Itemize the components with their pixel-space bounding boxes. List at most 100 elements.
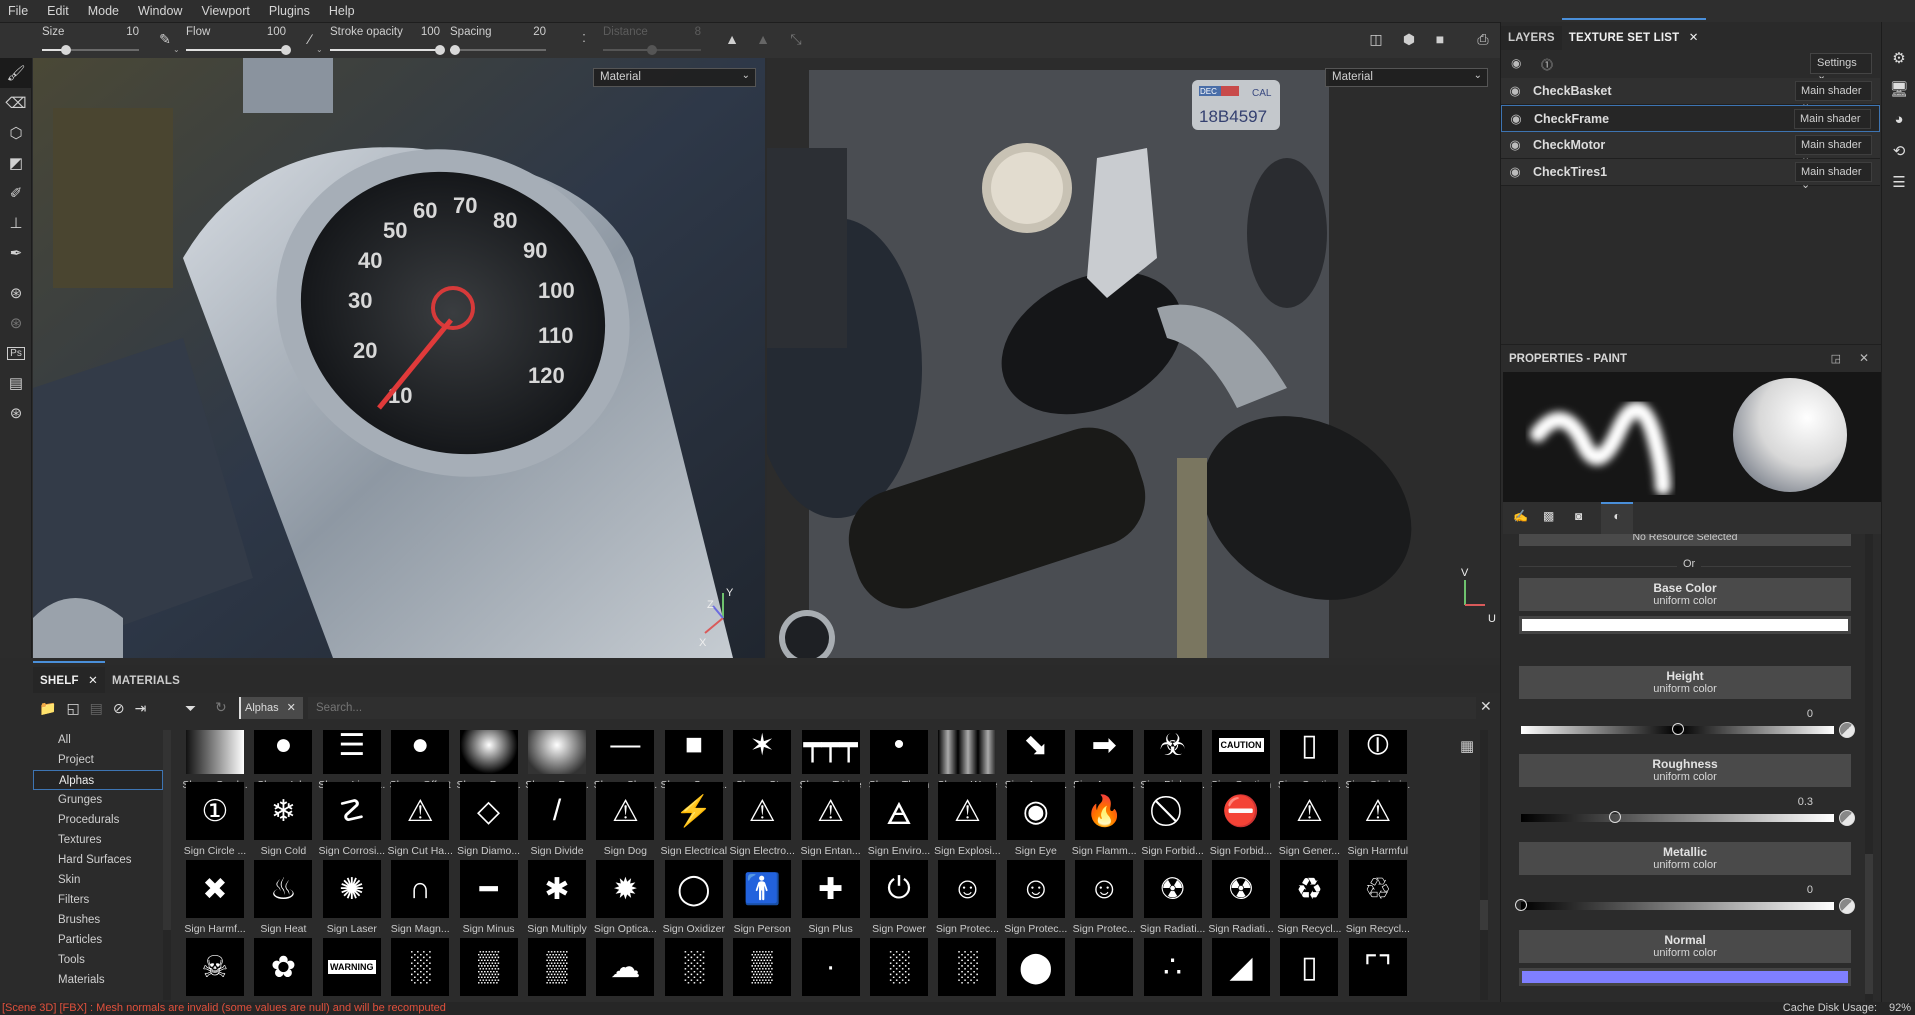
hide-icon[interactable]: ⊘	[113, 700, 125, 717]
texture-set-settings-button[interactable]: ⚙	[1882, 42, 1915, 73]
tab-shelf[interactable]: SHELF ✕	[33, 661, 105, 693]
channel-slider-knob[interactable]	[1671, 723, 1684, 735]
import-icon[interactable]: ⇥	[135, 700, 147, 717]
eraser-tool[interactable]: ⌫	[0, 88, 32, 118]
shelf-thumbnail[interactable]: ⚠ Sign Dog	[591, 782, 659, 857]
close-icon[interactable]: ✕	[1859, 351, 1869, 365]
size-slider[interactable]: Size 10	[42, 23, 139, 59]
categories-scrollbar[interactable]	[163, 730, 171, 1000]
shelf-thumbnail[interactable]: ① Sign Circle ...	[181, 782, 249, 857]
clear-search-icon[interactable]: ✕	[1480, 698, 1492, 715]
tab-texture-set-list[interactable]: TEXTURE SET LIST ✕	[1561, 18, 1706, 50]
close-icon[interactable]: ✕	[1689, 32, 1699, 44]
shelf-thumbnail[interactable]: ⛔ Sign Forbid...	[1207, 782, 1275, 857]
shelf-thumbnail[interactable]: ⚠ Sign Entan...	[797, 782, 865, 857]
spacing-slider[interactable]: Spacing 20	[449, 23, 546, 59]
substance-plugin-3[interactable]: ⊛	[0, 398, 32, 428]
viewport-2d-uv[interactable]: DEC CAL 18B4597 V U Material ⌄	[767, 58, 1500, 658]
grid-view-icon[interactable]: ▦	[1460, 737, 1474, 755]
channel-slider[interactable]	[1521, 723, 1834, 735]
channel-value[interactable]: 0	[1807, 884, 1813, 896]
shelf-thumbnail[interactable]: ☺ Sign Protec...	[1002, 860, 1070, 935]
alpha-tab-icon[interactable]: ▩	[1543, 509, 1554, 523]
smudge-tool[interactable]: ✐	[0, 178, 32, 208]
shelf-thumbnail[interactable]: ⌜⌝	[1344, 938, 1412, 996]
solo-icon[interactable]: ⓵	[1541, 56, 1553, 73]
shelf-thumbnail[interactable]: ▒	[455, 938, 523, 996]
shelf-thumbnail[interactable]: ✖ Sign Harmf...	[181, 860, 249, 935]
shelf-thumbnail[interactable]: ✺ Sign Laser	[318, 860, 386, 935]
shelf-thumbnail[interactable]: ⬤	[1002, 938, 1070, 996]
shelf-thumbnail[interactable]: ▒	[728, 938, 796, 996]
settings-dropdown[interactable]: Settings ⌄	[1810, 53, 1872, 82]
brush-shape-icon[interactable]: ✎	[155, 31, 175, 48]
texture-set-row[interactable]: ◉ CheckMotor Main shader ⌄	[1501, 132, 1880, 164]
split-view-icon[interactable]: ◫	[1366, 31, 1386, 48]
display-settings-button[interactable]: 🖥	[1882, 73, 1915, 104]
flow-slider[interactable]: Flow 100	[186, 23, 291, 59]
screenshot-icon[interactable]: ⎙	[1473, 31, 1493, 48]
folder-icon[interactable]: 📁	[39, 700, 56, 717]
eye-icon[interactable]: ◉	[1502, 111, 1530, 127]
shelf-thumbnail[interactable]: ⚠ Sign Gener...	[1275, 782, 1343, 857]
shelf-category-skin[interactable]: Skin	[33, 870, 163, 890]
shelf-thumbnail[interactable]: ✿	[249, 938, 317, 996]
reset-icon[interactable]: ↻	[215, 699, 227, 716]
shelf-thumbnail[interactable]: ⚠ Sign Harmful	[1344, 782, 1412, 857]
shelf-thumbnail[interactable]: ♲ Sign Recycl...	[1344, 860, 1412, 935]
substance-plugin-2[interactable]: ⊛	[0, 308, 32, 338]
shader-dropdown[interactable]: Main shader ⌄	[1795, 81, 1872, 110]
channel-metallic-header[interactable]: Metallic uniform color	[1519, 842, 1851, 875]
shelf-category-brushes[interactable]: Brushes	[33, 910, 163, 930]
shader-dropdown[interactable]: Main shader ⌄	[1794, 109, 1871, 138]
size-slider-knob[interactable]	[61, 45, 72, 55]
channel-slider-knob[interactable]	[1608, 811, 1621, 823]
color-picker-tool[interactable]: ✒	[0, 238, 32, 268]
shelf-thumbnail[interactable]: ☢ Sign Radiati...	[1139, 860, 1207, 935]
lazy-mouse-icon[interactable]: ⁚	[574, 32, 594, 45]
shelf-thumbnail[interactable]: ✹ Sign Optica...	[591, 860, 659, 935]
size-value[interactable]: 10	[126, 26, 139, 38]
color-picker-icon[interactable]	[1839, 810, 1855, 826]
shelf-category-procedurals[interactable]: Procedurals	[33, 810, 163, 830]
menu-window[interactable]: Window	[130, 4, 193, 18]
shelf-category-textures[interactable]: Textures	[33, 830, 163, 850]
flow-value[interactable]: 100	[267, 26, 286, 38]
shelf-thumbnail[interactable]: ✱ Sign Multiply	[523, 860, 591, 935]
shader-dropdown[interactable]: Main shader ⌄	[1795, 162, 1872, 191]
shelf-thumbnail[interactable]: ░	[865, 938, 933, 996]
menu-edit[interactable]: Edit	[39, 4, 80, 18]
chevron-down-icon[interactable]: ⌄	[173, 45, 180, 54]
clone-tool[interactable]: ⊥	[0, 208, 32, 238]
properties-scrollbar[interactable]	[1865, 534, 1873, 1004]
history-button[interactable]: ⟲	[1882, 135, 1915, 166]
shelf-thumbnail[interactable]: 🔥 Sign Flamm...	[1070, 782, 1138, 857]
shelf-thumbnail[interactable]: ☺ Sign Protec...	[1070, 860, 1138, 935]
shelf-thumbnail[interactable]: ☺ Sign Protec...	[933, 860, 1001, 935]
viewport-3d-mode-dropdown[interactable]: Material ⌄	[593, 68, 756, 87]
stroke-opacity-value[interactable]: 100	[421, 26, 440, 38]
menu-viewport[interactable]: Viewport	[193, 4, 260, 18]
shelf-category-hard-surfaces[interactable]: Hard Surfaces	[33, 850, 163, 870]
spacing-slider-knob[interactable]	[449, 45, 460, 55]
shelf-thumbnail[interactable]: ░	[660, 938, 728, 996]
document-plugin[interactable]: ▤	[0, 368, 32, 398]
shelf-thumbnail[interactable]: ♨ Sign Heat	[249, 860, 317, 935]
symmetry-icon[interactable]: ▲	[722, 31, 742, 47]
close-icon[interactable]: ✕	[287, 702, 296, 714]
texture-set-row[interactable]: ◉ CheckTires1 Main shader ⌄	[1501, 159, 1880, 191]
shelf-thumbnail[interactable]: ⃠ Sign Forbid...	[1139, 782, 1207, 857]
texture-set-row[interactable]: ◉ CheckBasket Main shader ⌄	[1501, 78, 1880, 110]
shelf-thumbnail[interactable]: ☁	[591, 938, 659, 996]
stroke-opacity-knob[interactable]	[435, 45, 445, 55]
channel-slider[interactable]	[1515, 899, 1834, 911]
stencil-tab-icon[interactable]: ◙	[1575, 509, 1582, 523]
filter-chip-alphas[interactable]: Alphas ✕	[239, 697, 303, 719]
channel-base-color-header[interactable]: Base Color uniform color	[1519, 578, 1851, 611]
brush-tab-icon[interactable]: ✍	[1513, 509, 1528, 523]
channel-color-swatch[interactable]	[1519, 968, 1851, 986]
shelf-thumbnail[interactable]: ░	[386, 938, 454, 996]
channel-color-swatch[interactable]	[1519, 616, 1851, 634]
shelf-category-filters[interactable]: Filters	[33, 890, 163, 910]
shelf-thumbnail[interactable]: ∴	[1139, 938, 1207, 996]
